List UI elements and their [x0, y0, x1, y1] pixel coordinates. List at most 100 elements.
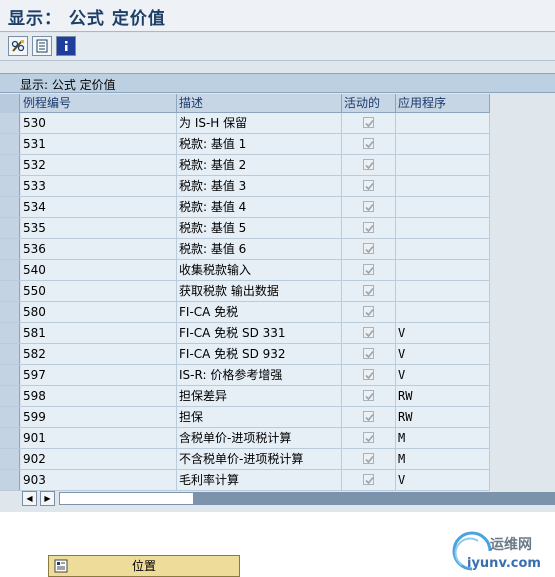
scroll-thumb[interactable]	[59, 492, 194, 505]
row-selector[interactable]	[0, 281, 20, 301]
table-row[interactable]: 599 担保 RW	[0, 407, 490, 428]
scroll-track[interactable]	[59, 492, 555, 505]
active-checkbox[interactable]	[363, 474, 374, 485]
column-header-active[interactable]: 活动的	[342, 94, 396, 113]
active-checkbox[interactable]	[363, 390, 374, 401]
application-cell[interactable]	[396, 302, 490, 322]
active-checkbox[interactable]	[363, 222, 374, 233]
active-checkbox[interactable]	[363, 201, 374, 212]
routine-number-cell[interactable]: 532	[21, 155, 177, 175]
active-checkbox[interactable]	[363, 117, 374, 128]
active-checkbox[interactable]	[363, 369, 374, 380]
routine-number-cell[interactable]: 540	[21, 260, 177, 280]
document-list-button[interactable]	[32, 36, 52, 56]
routine-number-cell[interactable]: 598	[21, 386, 177, 406]
active-checkbox[interactable]	[363, 285, 374, 296]
active-checkbox[interactable]	[363, 453, 374, 464]
horizontal-scrollbar[interactable]: ◀ ▶	[22, 491, 555, 507]
active-checkbox[interactable]	[363, 306, 374, 317]
scroll-left-button[interactable]: ◀	[22, 491, 37, 506]
routine-number-cell[interactable]: 901	[21, 428, 177, 448]
table-row[interactable]: 535 税款: 基值 5	[0, 218, 490, 239]
description-cell[interactable]: FI-CA 免税	[177, 302, 342, 322]
routine-number-cell[interactable]: 530	[21, 113, 177, 133]
application-cell[interactable]: M	[396, 428, 490, 448]
glasses-change-button[interactable]	[8, 36, 28, 56]
application-cell[interactable]	[396, 239, 490, 259]
row-selector[interactable]	[0, 344, 20, 364]
application-cell[interactable]: V	[396, 470, 490, 490]
row-selector[interactable]	[0, 134, 20, 154]
row-selector[interactable]	[0, 197, 20, 217]
active-checkbox[interactable]	[363, 432, 374, 443]
application-cell[interactable]	[396, 176, 490, 196]
table-row[interactable]: 901 含税单价-进项税计算 M	[0, 428, 490, 449]
row-selector[interactable]	[0, 113, 20, 133]
row-selector[interactable]	[0, 302, 20, 322]
active-checkbox[interactable]	[363, 411, 374, 422]
row-selector[interactable]	[0, 428, 20, 448]
description-cell[interactable]: 不含税单价-进项税计算	[177, 449, 342, 469]
application-cell[interactable]	[396, 281, 490, 301]
application-cell[interactable]: V	[396, 344, 490, 364]
routine-number-cell[interactable]: 535	[21, 218, 177, 238]
description-cell[interactable]: 毛利率计算	[177, 470, 342, 490]
row-selector[interactable]	[0, 218, 20, 238]
active-checkbox[interactable]	[363, 138, 374, 149]
description-cell[interactable]: 税款: 基值 3	[177, 176, 342, 196]
table-row[interactable]: 903 毛利率计算 V	[0, 470, 490, 491]
row-selector[interactable]	[0, 176, 20, 196]
application-cell[interactable]	[396, 218, 490, 238]
scroll-right-button[interactable]: ▶	[40, 491, 55, 506]
routine-number-cell[interactable]: 902	[21, 449, 177, 469]
row-selector[interactable]	[0, 470, 20, 490]
table-row[interactable]: 550 获取税款 输出数据	[0, 281, 490, 302]
routine-number-cell[interactable]: 597	[21, 365, 177, 385]
table-row[interactable]: 540 收集税款输入	[0, 260, 490, 281]
description-cell[interactable]: IS-R: 价格参考增强	[177, 365, 342, 385]
routine-number-cell[interactable]: 599	[21, 407, 177, 427]
application-cell[interactable]	[396, 113, 490, 133]
column-header-application[interactable]: 应用程序	[396, 94, 490, 113]
routine-number-cell[interactable]: 536	[21, 239, 177, 259]
description-cell[interactable]: 含税单价-进项税计算	[177, 428, 342, 448]
application-cell[interactable]	[396, 155, 490, 175]
table-row[interactable]: 536 税款: 基值 6	[0, 239, 490, 260]
description-cell[interactable]: 获取税款 输出数据	[177, 281, 342, 301]
application-cell[interactable]: RW	[396, 386, 490, 406]
table-row[interactable]: 530 为 IS-H 保留	[0, 113, 490, 134]
description-cell[interactable]: 税款: 基值 2	[177, 155, 342, 175]
routine-number-cell[interactable]: 534	[21, 197, 177, 217]
info-button[interactable]	[56, 36, 76, 56]
row-selector[interactable]	[0, 449, 20, 469]
application-cell[interactable]	[396, 134, 490, 154]
column-header-description[interactable]: 描述	[177, 94, 342, 113]
row-selector[interactable]	[0, 365, 20, 385]
description-cell[interactable]: 收集税款输入	[177, 260, 342, 280]
description-cell[interactable]: 为 IS-H 保留	[177, 113, 342, 133]
routine-number-cell[interactable]: 581	[21, 323, 177, 343]
routine-number-cell[interactable]: 903	[21, 470, 177, 490]
table-row[interactable]: 531 税款: 基值 1	[0, 134, 490, 155]
routine-number-cell[interactable]: 531	[21, 134, 177, 154]
routine-number-cell[interactable]: 550	[21, 281, 177, 301]
active-checkbox[interactable]	[363, 180, 374, 191]
description-cell[interactable]: 税款: 基值 5	[177, 218, 342, 238]
select-all-cell[interactable]	[0, 94, 20, 113]
table-row[interactable]: 597 IS-R: 价格参考增强 V	[0, 365, 490, 386]
description-cell[interactable]: FI-CA 免税 SD 932	[177, 344, 342, 364]
row-selector[interactable]	[0, 155, 20, 175]
row-selector[interactable]	[0, 407, 20, 427]
description-cell[interactable]: 税款: 基值 4	[177, 197, 342, 217]
active-checkbox[interactable]	[363, 264, 374, 275]
row-selector[interactable]	[0, 239, 20, 259]
active-checkbox[interactable]	[363, 348, 374, 359]
application-cell[interactable]: M	[396, 449, 490, 469]
table-row[interactable]: 581 FI-CA 免税 SD 331 V	[0, 323, 490, 344]
routine-number-cell[interactable]: 533	[21, 176, 177, 196]
column-header-routine-number[interactable]: 例程编号	[21, 94, 177, 113]
description-cell[interactable]: 税款: 基值 6	[177, 239, 342, 259]
table-row[interactable]: 580 FI-CA 免税	[0, 302, 490, 323]
application-cell[interactable]	[396, 197, 490, 217]
table-row[interactable]: 534 税款: 基值 4	[0, 197, 490, 218]
